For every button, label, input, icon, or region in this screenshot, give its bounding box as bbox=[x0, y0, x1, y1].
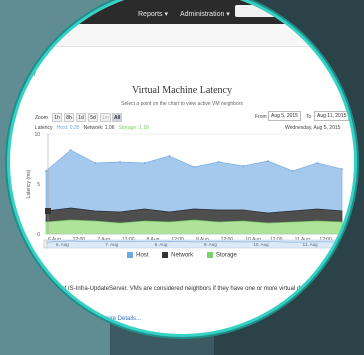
navigator-tick-2: 8. Aug bbox=[155, 242, 168, 247]
legend-network[interactable]: Network bbox=[162, 252, 193, 259]
host-point-4 bbox=[143, 162, 146, 164]
zoom-5d-button[interactable]: 5d bbox=[88, 113, 98, 122]
zoom-all-button[interactable]: All bbox=[112, 113, 123, 122]
sub-toolbar bbox=[10, 24, 354, 47]
host-point-2 bbox=[94, 162, 97, 164]
chart-legend: Host Network Storage bbox=[10, 252, 354, 259]
chart-title: Virtual Machine Latency bbox=[132, 85, 232, 96]
host-point-7 bbox=[217, 161, 220, 163]
legend-host-label: Host bbox=[136, 252, 149, 259]
host-point-10 bbox=[291, 170, 294, 172]
navigator-tick-5: 11. Aug bbox=[303, 242, 318, 247]
hover-marker bbox=[45, 208, 51, 214]
navigator-handle-left bbox=[43, 239, 48, 249]
y-tick-label-2: 10 bbox=[34, 132, 40, 138]
host-point-0 bbox=[45, 170, 47, 172]
legend-storage-swatch bbox=[206, 252, 213, 258]
series-host-area bbox=[45, 149, 343, 214]
legend-storage[interactable]: Storage bbox=[206, 252, 237, 259]
to-date-input[interactable]: Aug 11, 2015 bbox=[314, 111, 350, 121]
legend-host[interactable]: Host bbox=[127, 252, 148, 259]
legend-network-swatch bbox=[162, 252, 169, 258]
host-point-6 bbox=[193, 166, 195, 168]
host-point-11 bbox=[316, 162, 319, 164]
zoom-1m-button[interactable]: 1m bbox=[100, 113, 111, 122]
y-tick-label-1: 5 bbox=[37, 182, 40, 188]
from-label: From bbox=[255, 114, 267, 120]
zoom-1d-button[interactable]: 1d bbox=[76, 113, 86, 122]
latency-chart[interactable]: 0510Latency (ms)6 Aug12:007 Aug12:008 Au… bbox=[20, 130, 350, 250]
neighbors-description: ing VMs of IS-Infra-UpdateServer. VMs ar… bbox=[38, 286, 352, 292]
breadcrumb: r bbox=[34, 72, 36, 78]
y-axis-label: Latency (ms) bbox=[26, 169, 32, 198]
datastore-details-link[interactable]: Datastore Details... bbox=[90, 316, 141, 322]
navigator-tick-1: 7. Aug bbox=[105, 242, 118, 247]
search-input[interactable] bbox=[235, 5, 325, 17]
zoom-label: Zoom bbox=[35, 115, 48, 121]
chart-subtitle: Select a point on the chart to view acti… bbox=[121, 101, 243, 107]
nav-reports[interactable]: Reports ▾ bbox=[138, 10, 168, 18]
host-point-3 bbox=[119, 161, 121, 163]
series-storage-area bbox=[45, 219, 343, 235]
legend-host-swatch bbox=[127, 252, 134, 258]
host-point-12 bbox=[341, 168, 343, 170]
navigator-tick-0: 6. Aug bbox=[56, 242, 69, 247]
legend-storage-label: Storage bbox=[215, 252, 237, 259]
host-point-1 bbox=[69, 149, 72, 151]
host-point-8 bbox=[242, 165, 245, 167]
host-point-5 bbox=[168, 155, 171, 157]
y-tick-label-0: 0 bbox=[37, 232, 40, 238]
from-date-input[interactable]: Aug 5, 2015 bbox=[268, 111, 301, 121]
navigator-tick-4: 10. Aug bbox=[253, 242, 269, 247]
host-point-9 bbox=[267, 160, 269, 162]
top-navbar: Reports ▾ Administration ▾ bbox=[10, 0, 354, 24]
zoom-8h-button[interactable]: 8h bbox=[64, 113, 74, 122]
legend-network-label: Network bbox=[171, 252, 194, 259]
navigator-tick-3: 9. Aug bbox=[204, 242, 217, 247]
to-label: To bbox=[306, 114, 312, 120]
navigator-handle-right bbox=[340, 239, 345, 249]
magnifier-lens: Reports ▾ Administration ▾ r Virtual Mac… bbox=[10, 0, 354, 334]
zoom-1h-button[interactable]: 1h bbox=[52, 113, 62, 122]
nav-administration[interactable]: Administration ▾ bbox=[180, 10, 230, 18]
navigator-track bbox=[45, 239, 343, 249]
